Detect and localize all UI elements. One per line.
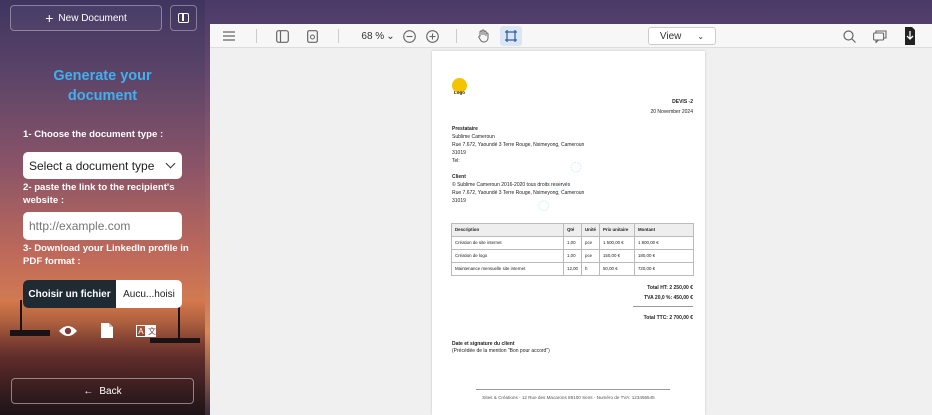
client-label: Client [452, 174, 466, 180]
table-header: Description [451, 223, 564, 237]
table-cell: 1,00 [563, 236, 582, 250]
table-cell: pce [581, 249, 600, 263]
page-settings-icon[interactable] [304, 28, 320, 44]
svg-text:A: A [138, 327, 144, 336]
chevron-down-icon [165, 158, 176, 169]
prestataire-line: Sublime Cameroun [452, 134, 495, 140]
document-page: Logo DEVIS -2 20 November 2024 Prestatai… [432, 51, 705, 415]
choose-file-button[interactable]: Choisir un fichier [23, 280, 116, 308]
new-document-button[interactable]: + New Document [10, 5, 162, 31]
tva-amount: TVA 20,0 %: 450,00 € [644, 295, 693, 301]
sidebar-toggle-icon [178, 13, 189, 23]
file-name-text: Aucu...hoisi [123, 288, 175, 300]
document-footer: Sites & Créations - 12 Rue des Macarons … [482, 395, 655, 400]
table-header: Qté [563, 223, 582, 237]
prestataire-line: 31019 [452, 150, 466, 156]
chevron-down-icon: ⌄ [697, 31, 705, 41]
page-title: Generate your document [53, 68, 152, 104]
step2-label: 2- paste the link to the recipient's web… [23, 182, 175, 206]
boat-silhouette [150, 338, 200, 343]
step1-label: 1- Choose the document type : [23, 129, 164, 140]
table-cell: 150,00 € [598, 249, 635, 263]
toolbar-divider [456, 29, 457, 43]
table-cell: 50,00 € [598, 262, 635, 276]
collapse-sidebar-button[interactable] [170, 5, 197, 31]
boat-mast [20, 300, 22, 332]
translate-icon[interactable]: A 文 [136, 324, 156, 337]
table-cell: Création de site internet [451, 236, 564, 250]
new-document-label: New Document [58, 12, 127, 24]
table-cell: 720,00 € [633, 262, 695, 276]
toolbar-divider [256, 29, 257, 43]
table-cell: 1,00 [563, 249, 582, 263]
table-cell: Création de logo [451, 249, 564, 263]
prestataire-line: Tel: [452, 158, 460, 164]
document-type-value: Select a document type [29, 158, 155, 173]
watermark-logo: ◌ ◌ ◌ [529, 151, 591, 219]
select-area-icon[interactable] [504, 28, 518, 44]
table-cell: 12,00 [563, 262, 582, 276]
sidebar-panel-icon[interactable] [274, 28, 290, 44]
zoom-value: 68 % [361, 30, 385, 42]
total-ttc: Total TTC: 2 700,00 € [643, 315, 693, 321]
zoom-in-icon[interactable] [425, 28, 439, 44]
table-header: Montant [633, 223, 695, 237]
quote-table: Description Qté Unité Prix unitaire Mont… [451, 223, 695, 276]
download-icon[interactable] [902, 26, 918, 46]
table-cell: h [581, 262, 600, 276]
table-row: Création de site internet 1,00 pce 1 500… [451, 236, 695, 250]
boat-silhouette [10, 330, 50, 336]
table-cell: pce [581, 236, 600, 250]
table-cell: Maintenance mensuelle site internet [451, 262, 564, 276]
boat-mast [178, 305, 180, 340]
view-mode-value: View [659, 30, 682, 42]
toolbar-divider [338, 29, 339, 43]
zoom-out-icon[interactable] [402, 28, 416, 44]
table-header-row: Description Qté Unité Prix unitaire Mont… [451, 223, 695, 237]
hand-tool-icon[interactable] [475, 28, 491, 44]
table-cell: 1 800,00 € [633, 236, 695, 250]
footer-divider [476, 389, 670, 390]
table-cell: 180,00 € [633, 249, 695, 263]
comments-icon[interactable] [872, 28, 888, 44]
table-cell: 1 500,00 € [598, 236, 635, 250]
pdf-viewer: 68 % ⌄ View ⌄ Logo DEVIS -2 20 November … [210, 24, 932, 415]
logo-text: Logo [454, 90, 465, 95]
arrow-left-icon: ← [83, 385, 94, 397]
step3-label: 3- Download your LinkedIn profile in PDF… [23, 243, 189, 267]
back-button[interactable]: ← Back [11, 378, 194, 404]
sidebar: + New Document Generate your document 1-… [0, 0, 205, 415]
client-line: 31019 [452, 198, 466, 204]
total-ht: Total HT: 2 250,00 € [647, 285, 693, 291]
document-title: DEVIS -2 [672, 99, 693, 105]
website-url-input[interactable] [23, 212, 182, 240]
svg-text:文: 文 [148, 326, 156, 336]
table-row: Création de logo 1,00 pce 150,00 € 180,0… [451, 249, 695, 263]
menu-icon[interactable] [222, 28, 236, 44]
table-header: Prix unitaire [598, 223, 635, 237]
file-upload-field[interactable]: Choisir un fichier Aucu...hoisi [23, 280, 182, 308]
eye-icon[interactable] [58, 324, 78, 338]
action-icons: A 文 [58, 322, 156, 339]
document-type-select[interactable]: Select a document type [23, 152, 182, 179]
chevron-down-icon: ⌄ [386, 30, 395, 42]
plus-icon: + [45, 10, 54, 26]
document-date: 20 November 2024 [650, 109, 693, 115]
table-row: Maintenance mensuelle site internet 12,0… [451, 262, 695, 276]
zoom-select[interactable]: 68 % ⌄ [358, 28, 398, 44]
viewer-toolbar: 68 % ⌄ View ⌄ [210, 24, 932, 48]
prestataire-label: Prestataire [452, 126, 478, 132]
prestataire-line: Rue 7.672, Yaoundé 3 Terre Rouge, Nsimey… [452, 142, 585, 148]
view-mode-select[interactable]: View ⌄ [648, 27, 716, 45]
search-icon[interactable] [842, 28, 856, 44]
table-header: Unité [581, 223, 600, 237]
signature-note: (Précédée de la mention "Bon pour accord… [452, 348, 550, 354]
document-icon[interactable] [100, 322, 114, 339]
back-label: Back [99, 385, 122, 397]
totals-divider [633, 306, 693, 307]
